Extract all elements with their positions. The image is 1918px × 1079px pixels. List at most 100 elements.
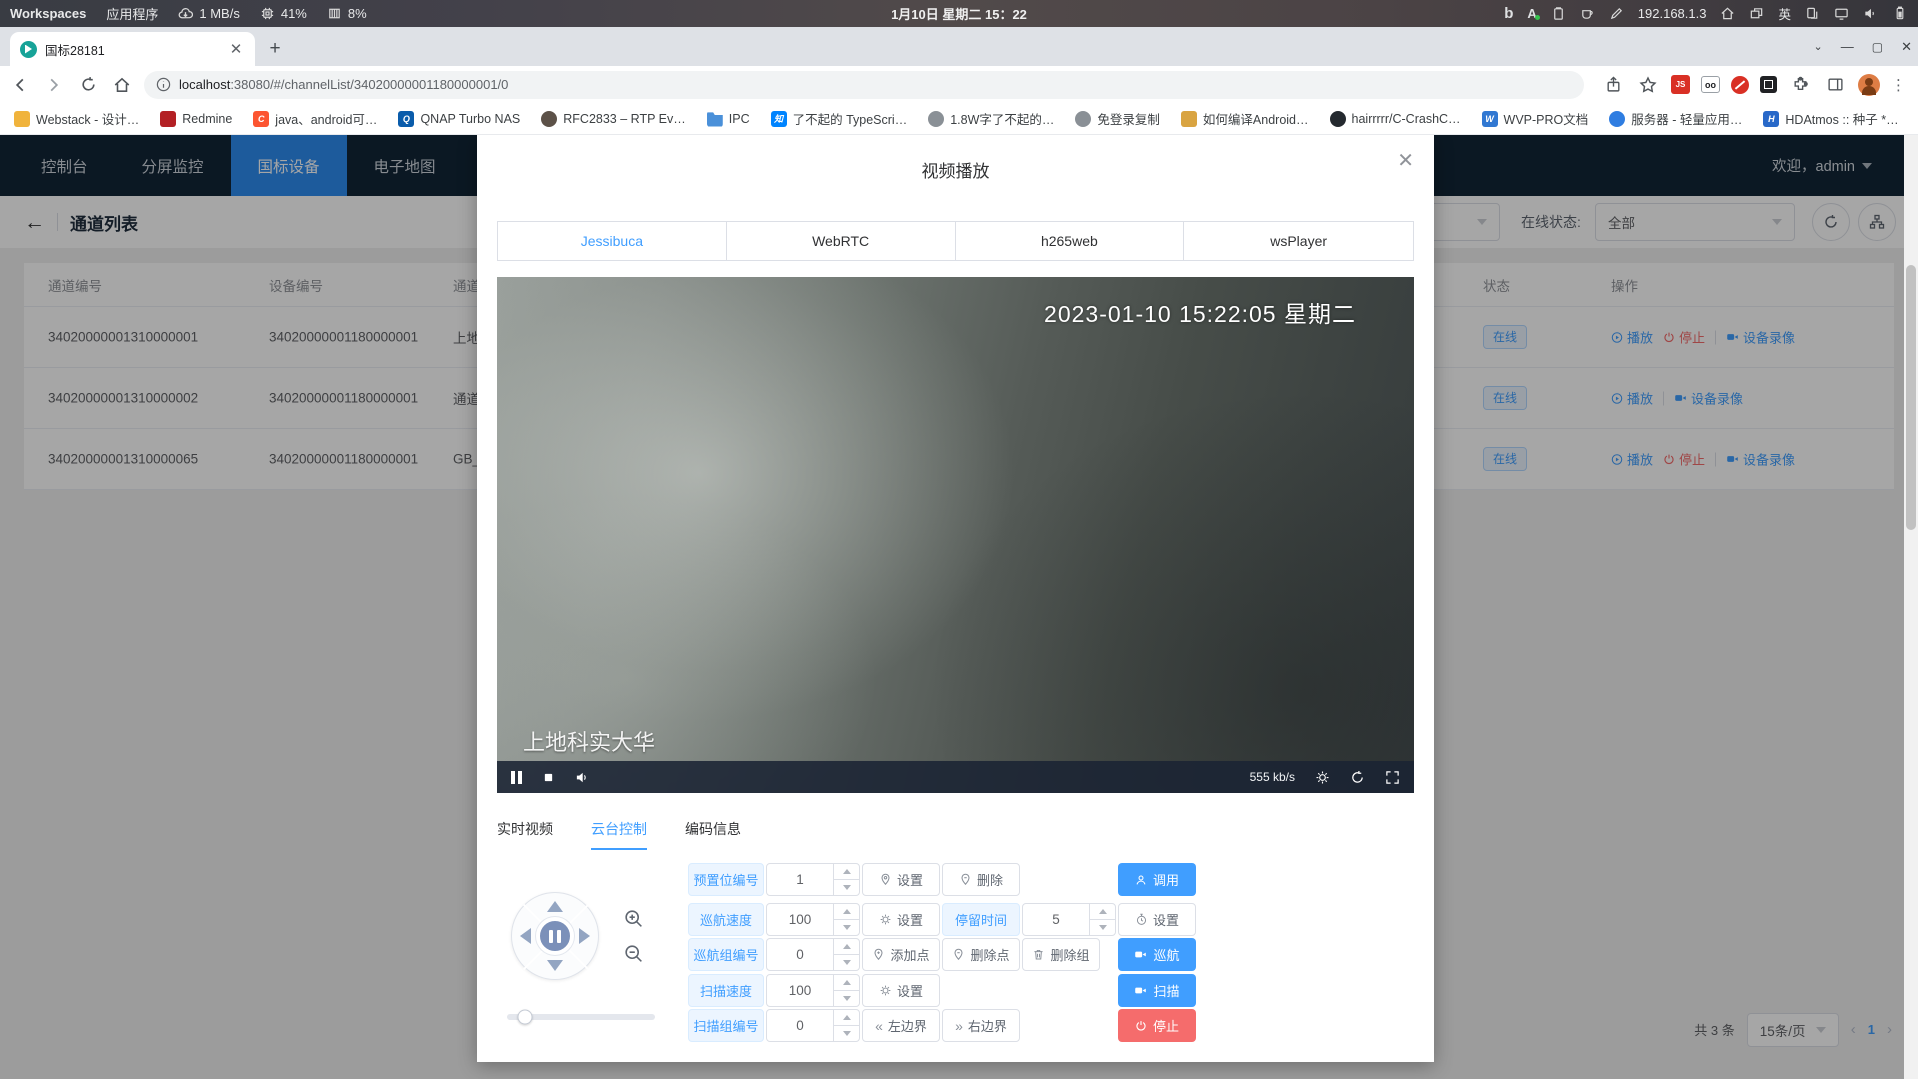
pause-icon[interactable] bbox=[511, 771, 522, 784]
extension-js-icon[interactable]: JS bbox=[1671, 75, 1690, 94]
battery-icon[interactable] bbox=[1892, 6, 1908, 21]
ptz-left-arrow[interactable] bbox=[520, 928, 531, 944]
slider-thumb[interactable] bbox=[517, 1010, 532, 1025]
bookmark-item[interactable]: Cjava、android可… bbox=[253, 109, 377, 128]
scan-group-field[interactable] bbox=[767, 1010, 833, 1041]
right-boundary-button[interactable]: »右边界 bbox=[942, 1009, 1020, 1042]
tab-webrtc[interactable]: WebRTC bbox=[727, 222, 956, 260]
ptz-up-arrow[interactable] bbox=[547, 901, 563, 912]
net-speed-indicator[interactable]: 1 MB/s bbox=[168, 0, 249, 27]
page-scrollbar[interactable] bbox=[1904, 135, 1918, 1079]
zoom-out-icon[interactable] bbox=[623, 943, 644, 964]
bookmark-item[interactable]: RFC2833 – RTP Ev… bbox=[541, 111, 686, 127]
volume-icon[interactable] bbox=[575, 770, 590, 785]
window-switcher-icon[interactable] bbox=[1749, 6, 1764, 21]
cruise-speed-field[interactable] bbox=[767, 904, 833, 935]
preset-set-button[interactable]: 设置 bbox=[862, 863, 940, 896]
step-down-icon[interactable] bbox=[834, 1025, 859, 1041]
bookmark-star-icon[interactable] bbox=[1636, 73, 1660, 97]
workspaces-button[interactable]: Workspaces bbox=[0, 0, 96, 27]
bookmark-item[interactable]: 1.8W字了不起的… bbox=[928, 109, 1054, 128]
delete-point-button[interactable]: 删除点 bbox=[942, 938, 1020, 971]
bookmark-item[interactable]: QQNAP Turbo NAS bbox=[398, 111, 520, 127]
step-down-icon[interactable] bbox=[834, 990, 859, 1006]
new-tab-button[interactable]: + bbox=[261, 35, 289, 63]
share-icon[interactable] bbox=[1601, 73, 1625, 97]
bookmark-item[interactable]: 免登录复制 bbox=[1075, 109, 1160, 128]
cruise-speed-set-button[interactable]: 设置 bbox=[862, 903, 940, 936]
add-point-button[interactable]: 添加点 bbox=[862, 938, 940, 971]
player-settings-gear-icon[interactable] bbox=[1315, 770, 1330, 785]
coffee-icon[interactable] bbox=[1580, 6, 1595, 21]
back-icon[interactable] bbox=[8, 73, 32, 97]
tab-encoding-info[interactable]: 编码信息 bbox=[685, 819, 741, 850]
ptz-speed-slider[interactable] bbox=[507, 1014, 655, 1020]
bookmark-item[interactable]: Webstack - 设计… bbox=[14, 109, 139, 128]
site-info-icon[interactable] bbox=[156, 77, 171, 92]
window-close-icon[interactable]: ✕ bbox=[1901, 39, 1912, 55]
ptz-direction-pad[interactable] bbox=[511, 892, 599, 980]
forward-icon[interactable] bbox=[42, 73, 66, 97]
window-maximize-icon[interactable]: ▢ bbox=[1872, 40, 1883, 54]
extension-screenshot-icon[interactable] bbox=[1760, 76, 1777, 93]
scan-speed-field[interactable] bbox=[767, 975, 833, 1006]
dialog-close-icon[interactable]: ✕ bbox=[1397, 151, 1414, 171]
search-tray-icon[interactable]: b bbox=[1504, 5, 1513, 22]
extension-blocker-icon[interactable] bbox=[1731, 76, 1749, 94]
cruise-button[interactable]: 巡航 bbox=[1118, 938, 1196, 971]
bookmark-item[interactable]: WWVP-PRO文档 bbox=[1482, 109, 1589, 128]
tab-search-chevron-icon[interactable]: ⌄ bbox=[1814, 40, 1823, 53]
tab-ptz-control[interactable]: 云台控制 bbox=[591, 819, 647, 850]
video-player[interactable]: 2023-01-10 15:22:05 星期二 上地科实大华 555 kb/s bbox=[497, 277, 1414, 793]
cruise-group-field[interactable] bbox=[767, 939, 833, 970]
stop-playback-icon[interactable] bbox=[542, 771, 555, 784]
scrollbar-thumb[interactable] bbox=[1906, 265, 1916, 530]
bookmark-item[interactable]: IPC bbox=[707, 111, 750, 127]
ip-address[interactable]: 192.168.1.3 bbox=[1638, 6, 1707, 21]
step-up-icon[interactable] bbox=[834, 939, 859, 954]
home-icon[interactable] bbox=[110, 73, 134, 97]
preset-value-field[interactable] bbox=[767, 864, 833, 895]
step-up-icon[interactable] bbox=[834, 975, 859, 990]
reload-icon[interactable] bbox=[76, 73, 100, 97]
step-down-icon[interactable] bbox=[1090, 919, 1115, 935]
clock[interactable]: 1月10日 星期二 15：22 bbox=[891, 0, 1027, 27]
stay-time-field[interactable] bbox=[1023, 904, 1089, 935]
bookmark-item[interactable]: 知了不起的 TypeScri… bbox=[771, 109, 908, 128]
color-picker-icon[interactable] bbox=[1609, 6, 1624, 21]
scan-speed-set-button[interactable]: 设置 bbox=[862, 974, 940, 1007]
screen-rotate-icon[interactable] bbox=[1805, 6, 1820, 21]
bookmark-item[interactable]: HHDAtmos :: 种子 *… bbox=[1763, 109, 1898, 128]
bookmark-item[interactable]: 服务器 - 轻量应用… bbox=[1609, 109, 1742, 128]
ptz-pause-button[interactable] bbox=[536, 917, 574, 955]
ptz-right-arrow[interactable] bbox=[579, 928, 590, 944]
url-bar[interactable]: localhost:38080/#/channelList/3402000000… bbox=[144, 71, 1584, 99]
step-down-icon[interactable] bbox=[834, 954, 859, 970]
delete-group-button[interactable]: 删除组 bbox=[1022, 938, 1100, 971]
display-icon[interactable] bbox=[1834, 6, 1849, 21]
side-panel-icon[interactable] bbox=[1823, 73, 1847, 97]
volume-tray-icon[interactable] bbox=[1863, 6, 1878, 21]
profile-avatar[interactable] bbox=[1858, 74, 1880, 96]
extensions-puzzle-icon[interactable] bbox=[1788, 73, 1812, 97]
fullscreen-icon[interactable] bbox=[1385, 770, 1400, 785]
step-down-icon[interactable] bbox=[834, 879, 859, 895]
applications-menu[interactable]: 应用程序 bbox=[96, 0, 168, 27]
tab-jessibuca[interactable]: Jessibuca bbox=[498, 222, 727, 260]
step-up-icon[interactable] bbox=[834, 904, 859, 919]
home-tray-icon[interactable] bbox=[1720, 6, 1735, 21]
window-minimize-icon[interactable]: — bbox=[1841, 39, 1854, 54]
zoom-in-icon[interactable] bbox=[623, 908, 644, 929]
step-up-icon[interactable] bbox=[1090, 904, 1115, 919]
extension-oo-icon[interactable]: oo bbox=[1701, 76, 1720, 93]
clipboard-icon[interactable] bbox=[1551, 6, 1566, 21]
ime-indicator-icon[interactable]: A bbox=[1527, 6, 1536, 21]
step-up-icon[interactable] bbox=[834, 864, 859, 879]
browser-menu-kebab-icon[interactable]: ⋮ bbox=[1891, 76, 1906, 94]
call-preset-button[interactable]: 调用 bbox=[1118, 863, 1196, 896]
ptz-stop-button[interactable]: 停止 bbox=[1118, 1009, 1196, 1042]
tab-h265web[interactable]: h265web bbox=[956, 222, 1185, 260]
step-up-icon[interactable] bbox=[834, 1010, 859, 1025]
tab-live-video[interactable]: 实时视频 bbox=[497, 819, 553, 850]
tab-wsplayer[interactable]: wsPlayer bbox=[1184, 222, 1413, 260]
